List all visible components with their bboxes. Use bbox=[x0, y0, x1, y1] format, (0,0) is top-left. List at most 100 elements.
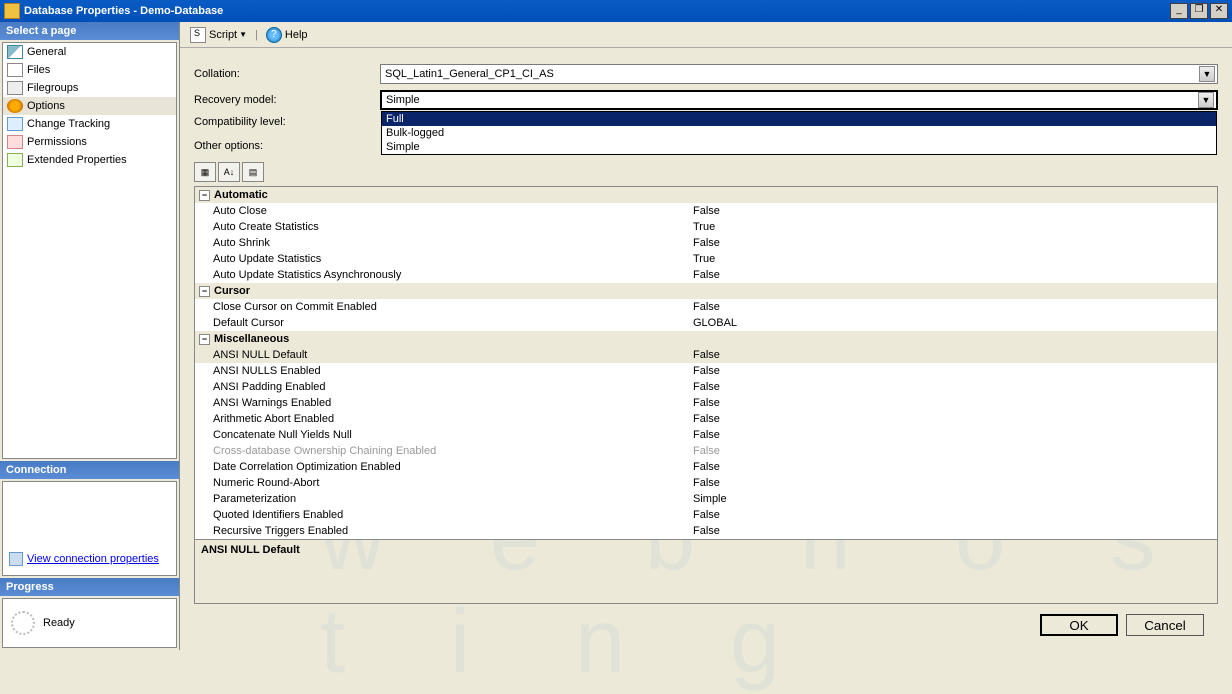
help-button[interactable]: ? Help bbox=[262, 25, 312, 45]
property-value[interactable]: Simple bbox=[689, 493, 1217, 505]
property-name: Auto Close bbox=[195, 205, 689, 217]
grid-row[interactable]: Auto Update Statistics AsynchronouslyFal… bbox=[195, 267, 1217, 283]
sidebar-page-files[interactable]: Files bbox=[3, 61, 176, 79]
collapse-icon[interactable]: − bbox=[199, 190, 210, 201]
property-name: Date Correlation Optimization Enabled bbox=[195, 461, 689, 473]
grid-row[interactable]: ANSI Warnings EnabledFalse bbox=[195, 395, 1217, 411]
close-button[interactable]: ✕ bbox=[1210, 3, 1228, 19]
sidebar-page-extended-properties[interactable]: Extended Properties bbox=[3, 151, 176, 169]
recovery-option-simple[interactable]: Simple bbox=[382, 140, 1216, 154]
property-value[interactable]: False bbox=[689, 461, 1217, 473]
window-icon bbox=[4, 3, 20, 19]
toolbar: Script ▼ | ? Help bbox=[180, 22, 1232, 48]
cancel-button[interactable]: Cancel bbox=[1126, 614, 1204, 636]
property-name: ANSI NULL Default bbox=[195, 349, 689, 361]
grid-category[interactable]: −Automatic bbox=[195, 187, 1217, 203]
property-name: Arithmetic Abort Enabled bbox=[195, 413, 689, 425]
grid-row[interactable]: ANSI NULLS EnabledFalse bbox=[195, 363, 1217, 379]
pages-list: General Files FilegroupsOptionsChange Trac… bbox=[2, 42, 177, 459]
property-grid[interactable]: −AutomaticAuto CloseFalseAuto Create Sta… bbox=[194, 186, 1218, 540]
property-value[interactable]: False bbox=[689, 413, 1217, 425]
property-pages-button[interactable]: ▤ bbox=[242, 162, 264, 182]
grid-row[interactable]: Default CursorGLOBAL bbox=[195, 315, 1217, 331]
property-value[interactable]: False bbox=[689, 349, 1217, 361]
grid-row[interactable]: ANSI Padding EnabledFalse bbox=[195, 379, 1217, 395]
property-name: ANSI Warnings Enabled bbox=[195, 397, 689, 409]
recovery-dropdown-icon[interactable]: ▼ bbox=[1198, 92, 1214, 108]
categorized-view-button[interactable]: ▦ bbox=[194, 162, 216, 182]
collation-combo[interactable]: SQL_Latin1_General_CP1_CI_AS ▼ bbox=[380, 64, 1218, 84]
property-value[interactable]: False bbox=[689, 237, 1217, 249]
category-label: Cursor bbox=[214, 285, 250, 297]
maximize-button[interactable]: ❐ bbox=[1190, 3, 1208, 19]
compat-label: Compatibility level: bbox=[194, 116, 380, 128]
sidebar-page-permissions[interactable]: Permissions bbox=[3, 133, 176, 151]
collapse-icon[interactable]: − bbox=[199, 334, 210, 345]
icon-extended bbox=[7, 153, 23, 167]
grid-row[interactable]: Arithmetic Abort EnabledFalse bbox=[195, 411, 1217, 427]
sidebar-page-change-tracking[interactable]: Change Tracking bbox=[3, 115, 176, 133]
property-value[interactable]: False bbox=[689, 269, 1217, 281]
grid-row[interactable]: Close Cursor on Commit EnabledFalse bbox=[195, 299, 1217, 315]
icon-filegroups bbox=[7, 81, 23, 95]
property-value[interactable]: True bbox=[689, 253, 1217, 265]
recovery-option-full[interactable]: Full bbox=[382, 112, 1216, 126]
property-value[interactable]: False bbox=[689, 525, 1217, 537]
grid-row[interactable]: Auto Create StatisticsTrue bbox=[195, 219, 1217, 235]
property-value[interactable]: False bbox=[689, 397, 1217, 409]
grid-row[interactable]: Quoted Identifiers EnabledFalse bbox=[195, 507, 1217, 523]
grid-row[interactable]: Date Correlation Optimization EnabledFal… bbox=[195, 459, 1217, 475]
alphabetical-view-button[interactable]: A↓ bbox=[218, 162, 240, 182]
property-name: Cross-database Ownership Chaining Enable… bbox=[195, 445, 689, 457]
view-connection-link[interactable]: View connection properties bbox=[9, 552, 170, 566]
grid-row[interactable]: ANSI NULL DefaultFalse bbox=[195, 347, 1217, 363]
grid-row[interactable]: Concatenate Null Yields NullFalse bbox=[195, 427, 1217, 443]
property-name: Parameterization bbox=[195, 493, 689, 505]
icon-files bbox=[7, 63, 23, 77]
property-value[interactable]: False bbox=[689, 381, 1217, 393]
property-value[interactable]: False bbox=[689, 445, 1217, 457]
connection-header: Connection bbox=[0, 461, 179, 479]
grid-row[interactable]: Auto CloseFalse bbox=[195, 203, 1217, 219]
grid-row[interactable]: Recursive Triggers EnabledFalse bbox=[195, 523, 1217, 539]
other-options-label: Other options: bbox=[194, 140, 380, 152]
page-label: Files bbox=[27, 64, 50, 76]
property-value[interactable]: False bbox=[689, 365, 1217, 377]
property-value[interactable]: False bbox=[689, 301, 1217, 313]
grid-row[interactable]: Cross-database Ownership Chaining Enable… bbox=[195, 443, 1217, 459]
grid-row[interactable]: Auto Update StatisticsTrue bbox=[195, 251, 1217, 267]
collapse-icon[interactable]: − bbox=[199, 286, 210, 297]
property-name: ANSI NULLS Enabled bbox=[195, 365, 689, 377]
property-value[interactable]: False bbox=[689, 477, 1217, 489]
minimize-button[interactable]: _ bbox=[1170, 3, 1188, 19]
icon-tracking bbox=[7, 117, 23, 131]
grid-row[interactable]: ParameterizationSimple bbox=[195, 491, 1217, 507]
recovery-value: Simple bbox=[384, 94, 1198, 106]
grid-row[interactable]: Numeric Round-AbortFalse bbox=[195, 475, 1217, 491]
recovery-option-bulk-logged[interactable]: Bulk-logged bbox=[382, 126, 1216, 140]
grid-row[interactable]: Auto ShrinkFalse bbox=[195, 235, 1217, 251]
ok-button[interactable]: OK bbox=[1040, 614, 1118, 636]
collation-dropdown-icon[interactable]: ▼ bbox=[1199, 66, 1215, 82]
property-name: Default Cursor bbox=[195, 317, 689, 329]
property-value[interactable]: False bbox=[689, 429, 1217, 441]
property-value[interactable]: GLOBAL bbox=[689, 317, 1217, 329]
property-value[interactable]: True bbox=[689, 221, 1217, 233]
property-name: Auto Update Statistics bbox=[195, 253, 689, 265]
property-name: Quoted Identifiers Enabled bbox=[195, 509, 689, 521]
sidebar: Select a page GeneralFilesFilegroupsOpti… bbox=[0, 22, 180, 650]
grid-category[interactable]: −Miscellaneous bbox=[195, 331, 1217, 347]
sidebar-page-options[interactable]: Options bbox=[3, 97, 176, 115]
progress-panel: Ready bbox=[2, 598, 177, 648]
script-button[interactable]: Script ▼ bbox=[186, 25, 251, 45]
grid-category[interactable]: −Cursor bbox=[195, 283, 1217, 299]
grid-toolbar: ▦ A↓ ▤ bbox=[194, 162, 1218, 182]
property-value[interactable]: False bbox=[689, 509, 1217, 521]
connection-icon bbox=[9, 552, 23, 566]
property-name: Recursive Triggers Enabled bbox=[195, 525, 689, 537]
sidebar-page-filegroups[interactable]: Filegroups bbox=[3, 79, 176, 97]
property-value[interactable]: False bbox=[689, 205, 1217, 217]
sidebar-page-general[interactable]: General bbox=[3, 43, 176, 61]
chevron-down-icon: ▼ bbox=[239, 30, 247, 39]
recovery-combo[interactable]: Simple ▼ FullBulk-loggedSimple bbox=[380, 90, 1218, 110]
